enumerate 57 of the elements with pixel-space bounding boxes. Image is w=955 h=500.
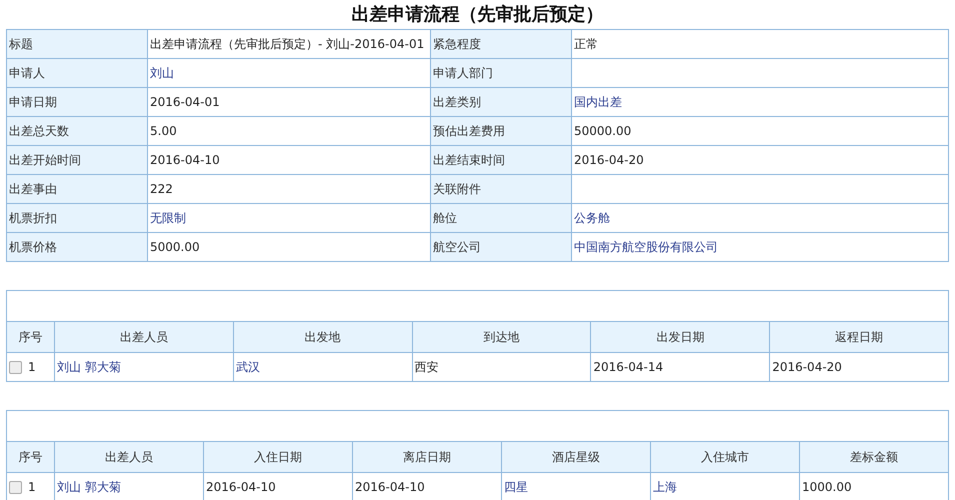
table-cell: 刘山 郭大菊 [54,352,234,382]
column-header: 酒店星级 [502,442,650,472]
field-label: 出差类别 [430,88,572,116]
column-header: 差标金额 [800,442,948,472]
column-header: 返程日期 [770,322,948,352]
field-value: 2016-04-01 [148,88,430,116]
table-cell: 西安 [412,352,591,382]
column-header: 出差人员 [54,322,234,352]
page-title: 出差申请流程（先审批后预定） [350,3,604,27]
field-value: 刘山 [148,58,430,88]
field-label: 机票价格 [6,232,148,262]
field-label: 申请人部门 [430,58,572,88]
table-cell: 刘山 郭大菊 [54,472,204,500]
column-header: 入住城市 [650,442,800,472]
field-label: 舱位 [430,204,572,232]
field-label: 关联附件 [430,174,572,204]
column-header: 到达地 [412,322,591,352]
field-label: 出差开始时间 [6,146,148,174]
field-value: 公务舱 [572,204,948,232]
field-label: 出差总天数 [6,116,148,146]
field-value: 正常 [572,30,948,58]
field-label: 紧急程度 [430,30,572,58]
field-label: 出差结束时间 [430,146,572,174]
field-value: 2016-04-20 [572,146,948,174]
field-label: 机票折扣 [6,204,148,232]
field-value: 中国南方航空股份有限公司 [572,232,948,262]
field-label: 申请日期 [6,88,148,116]
table-cell: 2016-04-10 [352,472,502,500]
field-value: 5000.00 [148,232,430,262]
field-value: 国内出差 [572,88,948,116]
field-value: 5.00 [148,116,430,146]
column-header: 入住日期 [204,442,352,472]
checkbox[interactable] [9,480,22,494]
field-value: 无限制 [148,204,430,232]
table-cell: 2016-04-20 [770,352,948,382]
row-number: 1 [28,360,36,374]
field-label: 出差事由 [6,174,148,204]
column-header: 序号 [6,322,54,352]
field-label: 标题 [6,30,148,58]
column-header: 离店日期 [352,442,502,472]
column-header: 出发地 [233,322,412,352]
field-value: 50000.00 [572,116,948,146]
column-header: 序号 [6,442,54,472]
table-cell: 武汉 [233,352,412,382]
row-number: 1 [28,480,36,494]
table-cell: 2016-04-10 [204,472,352,500]
column-header: 出发日期 [590,322,770,352]
table-cell: 2016-04-14 [590,352,770,382]
table-cell: 上海 [650,472,800,500]
field-label: 申请人 [6,58,148,88]
field-value: 2016-04-10 [148,146,430,174]
field-label: 航空公司 [430,232,572,262]
field-label: 预估出差费用 [430,116,572,146]
field-value: 222 [148,174,430,204]
field-value: 出差申请流程（先审批后预定）- 刘山-2016-04-01 [148,30,430,58]
checkbox[interactable] [9,360,22,374]
column-header: 出差人员 [54,442,204,472]
